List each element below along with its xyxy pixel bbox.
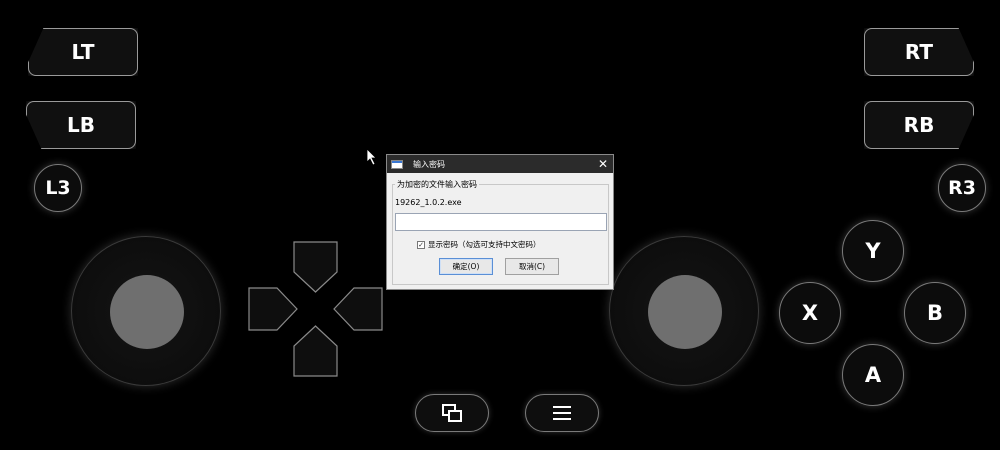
dialog-title: 输入密码 xyxy=(413,159,445,169)
dpad-left[interactable] xyxy=(248,287,298,331)
a-button[interactable]: A xyxy=(842,344,904,406)
mouse-cursor-icon xyxy=(366,148,377,166)
b-label: B xyxy=(926,301,943,325)
rt-label: RT xyxy=(904,40,934,64)
left-joystick[interactable] xyxy=(71,236,221,386)
right-joystick-knob[interactable] xyxy=(648,275,722,349)
menu-icon xyxy=(553,406,571,420)
lb-label: LB xyxy=(67,113,95,137)
view-button[interactable] xyxy=(415,394,489,432)
view-icon xyxy=(442,404,462,422)
rt-button[interactable]: RT xyxy=(864,28,974,76)
dialog-titlebar: 输入密码 ✕ xyxy=(387,155,613,173)
lt-label: LT xyxy=(71,40,95,64)
x-label: X xyxy=(801,301,819,325)
cancel-button[interactable]: 取消(C) xyxy=(505,258,559,275)
password-dialog: 输入密码 ✕ 为加密的文件输入密码 19262_1.0.2.exe ✓ 显示密码… xyxy=(386,154,614,290)
password-input[interactable] xyxy=(395,213,607,231)
dpad-down[interactable] xyxy=(293,325,338,377)
left-joystick-knob[interactable] xyxy=(110,275,184,349)
b-button[interactable]: B xyxy=(904,282,966,344)
show-password-row[interactable]: ✓ 显示密码（勾选可支持中文密码） xyxy=(417,239,541,250)
y-label: Y xyxy=(865,239,881,263)
menu-button[interactable] xyxy=(525,394,599,432)
right-joystick[interactable] xyxy=(609,236,759,386)
dpad-right[interactable] xyxy=(333,287,383,331)
rb-label: RB xyxy=(903,113,935,137)
close-icon[interactable]: ✕ xyxy=(598,156,608,172)
lb-button[interactable]: LB xyxy=(26,101,136,149)
l3-button[interactable]: L3 xyxy=(34,164,82,212)
ok-label: 确定(O) xyxy=(452,262,480,271)
filename-label: 19262_1.0.2.exe xyxy=(395,198,462,207)
x-button[interactable]: X xyxy=(779,282,841,344)
l3-label: L3 xyxy=(45,177,71,199)
group-label: 为加密的文件输入密码 xyxy=(395,179,479,190)
y-button[interactable]: Y xyxy=(842,220,904,282)
a-label: A xyxy=(864,363,882,387)
rb-button[interactable]: RB xyxy=(864,101,974,149)
show-password-label: 显示密码（勾选可支持中文密码） xyxy=(428,240,541,249)
ok-button[interactable]: 确定(O) xyxy=(439,258,493,275)
dpad-icon xyxy=(248,241,383,377)
lt-button[interactable]: LT xyxy=(28,28,138,76)
dpad-up[interactable] xyxy=(293,241,338,293)
gamepad-overlay: LT LB RT RB L3 R3 Y X B A 输入密码 ✕ 为加密的文件输… xyxy=(0,0,1000,450)
r3-label: R3 xyxy=(948,177,976,199)
cancel-label: 取消(C) xyxy=(518,262,546,271)
r3-button[interactable]: R3 xyxy=(938,164,986,212)
window-icon xyxy=(391,159,403,169)
dpad xyxy=(247,240,384,378)
show-password-checkbox[interactable]: ✓ xyxy=(417,240,425,249)
